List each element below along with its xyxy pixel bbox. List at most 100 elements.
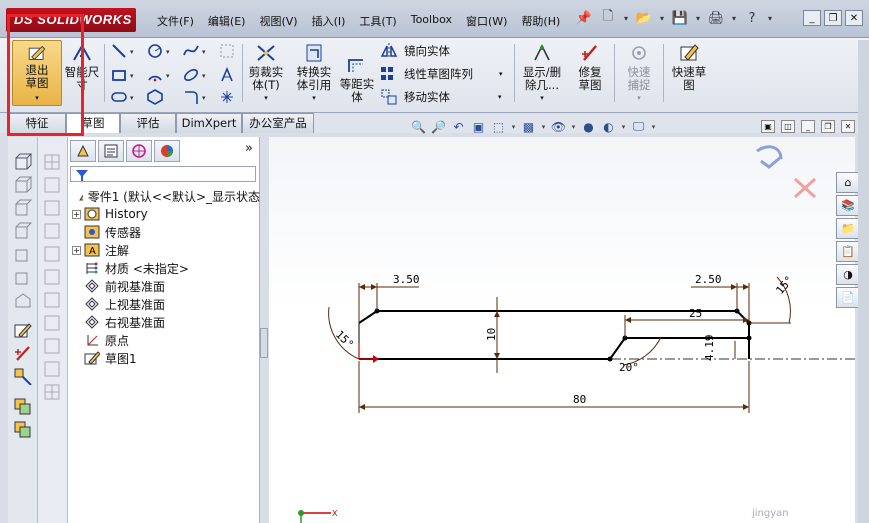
quick-snaps-dropdown-icon[interactable]: ▾ <box>637 92 641 105</box>
dimension-angle-bottom[interactable]: 20° <box>619 361 639 374</box>
view-settings-dropdown-icon[interactable]: ▾ <box>650 118 657 135</box>
view-orientation-icon[interactable]: ⬚ <box>490 118 507 135</box>
tab-features[interactable]: 特征 <box>8 113 66 133</box>
tree-node-top-plane[interactable]: 上视基准面 <box>72 295 260 313</box>
line-dropdown-icon[interactable]: ▾ <box>130 48 134 56</box>
menu-file[interactable]: 文件(F) <box>150 11 201 31</box>
text-icon[interactable] <box>218 66 236 84</box>
appearances-icon[interactable]: ◑ <box>836 264 860 285</box>
help-dropdown-icon[interactable]: ▾ <box>766 9 774 27</box>
layers-icon[interactable] <box>13 420 33 438</box>
relations-dropdown-icon[interactable]: ▾ <box>540 92 544 105</box>
save-dropdown-icon[interactable]: ▾ <box>694 9 702 27</box>
pattern-icon[interactable] <box>43 222 63 240</box>
graphics-area[interactable]: 3.50 2.50 15° 15° 10 25 4.19 20° 80 X <box>269 137 855 523</box>
tree-node-origin[interactable]: 原点 <box>72 331 260 349</box>
menu-help[interactable]: 帮助(H) <box>514 11 567 31</box>
fillet-dropdown-icon[interactable]: ▾ <box>202 94 206 102</box>
viewport-single-icon[interactable]: ▣ <box>761 120 775 133</box>
pattern-icon[interactable] <box>43 245 63 263</box>
design-library-icon[interactable]: 📚 <box>836 195 860 216</box>
rectangle-icon[interactable] <box>110 66 128 84</box>
tree-node-sketch1[interactable]: 草图1 <box>72 349 260 367</box>
display-style-icon[interactable]: ▩ <box>520 118 537 135</box>
print-dropdown-icon[interactable]: ▾ <box>730 9 738 27</box>
viewport-minimize-icon[interactable]: _ <box>801 120 815 133</box>
mirror-entities-button[interactable]: 镜向实体 <box>380 41 450 61</box>
dimension-angle-left[interactable]: 15° <box>333 328 356 351</box>
dimension-height[interactable]: 10 <box>485 328 498 341</box>
tree-node-front-plane[interactable]: 前视基准面 <box>72 277 260 295</box>
construction-grid-icon[interactable] <box>218 42 236 60</box>
cube-icon[interactable] <box>13 268 33 286</box>
arc-dropdown-icon[interactable]: ▾ <box>166 72 170 80</box>
expand-more-icon[interactable]: » <box>245 141 253 156</box>
file-explorer-icon[interactable]: 📁 <box>836 218 860 239</box>
expand-icon[interactable]: + <box>72 209 81 219</box>
menu-edit[interactable]: 编辑(E) <box>201 11 253 31</box>
pattern-icon[interactable] <box>43 291 63 309</box>
ellipse-dropdown-icon[interactable]: ▾ <box>202 72 206 80</box>
cube-icon[interactable] <box>13 199 33 217</box>
zoom-to-fit-icon[interactable]: 🔍 <box>410 118 427 135</box>
view-settings-icon[interactable]: 🖵 <box>630 118 647 135</box>
apply-scene-dropdown-icon[interactable]: ▾ <box>620 118 627 135</box>
new-document-icon[interactable]: 🗋 <box>598 9 618 27</box>
grid-icon[interactable] <box>43 383 63 401</box>
shape-icon[interactable] <box>13 291 33 309</box>
tree-node-history[interactable]: + History <box>72 205 260 223</box>
property-manager-tab[interactable] <box>98 140 124 162</box>
close-icon[interactable]: ✕ <box>845 10 863 26</box>
move-dropdown-icon[interactable]: ▾ <box>498 93 502 101</box>
tree-node-part[interactable]: 零件1 (默认<<默认>_显示状态 <box>72 187 260 205</box>
pattern-icon[interactable] <box>43 268 63 286</box>
move-entities-button[interactable]: 移动实体 ▾ <box>380 87 502 107</box>
save-icon[interactable]: 💾 <box>670 9 690 27</box>
dimension-angle-right[interactable]: 15° <box>773 273 796 297</box>
dimension-inner-length[interactable]: 25 <box>689 307 702 320</box>
previous-view-icon[interactable]: ↶ <box>450 118 467 135</box>
repair-icon[interactable] <box>13 344 33 362</box>
edit-appearance-icon[interactable]: ● <box>580 118 597 135</box>
confirm-exit-sketch-icon[interactable] <box>756 145 783 169</box>
new-dropdown-icon[interactable]: ▾ <box>622 9 630 27</box>
apply-scene-icon[interactable]: ◐ <box>600 118 617 135</box>
polygon-icon[interactable] <box>146 88 164 106</box>
configuration-manager-tab[interactable] <box>126 140 152 162</box>
dimension-inner-height[interactable]: 4.19 <box>703 335 716 362</box>
tree-node-sensors[interactable]: 传感器 <box>72 223 260 241</box>
linear-pattern-button[interactable]: 线性草图阵列 ▾ <box>380 64 503 84</box>
pin-icon[interactable]: 📌 <box>574 9 594 27</box>
hide-show-items-icon[interactable]: 👁 <box>550 118 567 135</box>
cube-icon[interactable] <box>13 176 33 194</box>
hide-show-dropdown-icon[interactable]: ▾ <box>570 118 577 135</box>
tab-evaluate[interactable]: 评估 <box>120 113 176 133</box>
convert-dropdown-icon[interactable]: ▾ <box>312 92 316 105</box>
panel-splitter-handle[interactable] <box>260 328 268 358</box>
tree-node-material[interactable]: 材质 <未指定> <box>72 259 260 277</box>
cube-icon[interactable] <box>13 222 33 240</box>
print-icon[interactable]: 🖨 <box>706 9 726 27</box>
help-icon[interactable]: ? <box>742 9 762 27</box>
layers-icon[interactable] <box>13 397 33 415</box>
feature-tree-tab[interactable] <box>70 140 96 162</box>
tree-node-right-plane[interactable]: 右视基准面 <box>72 313 260 331</box>
feature-filter[interactable] <box>70 166 256 182</box>
exit-sketch-dropdown-icon[interactable]: ▾ <box>35 92 39 105</box>
menu-view[interactable]: 视图(V) <box>252 11 304 31</box>
dimension-top-left[interactable]: 3.50 <box>393 273 420 286</box>
line-icon[interactable] <box>110 42 128 60</box>
display-delete-relations-button[interactable]: 显示/删除几... ▾ <box>518 40 566 106</box>
dimension-top-right[interactable]: 2.50 <box>695 273 722 286</box>
pattern-icon[interactable] <box>43 360 63 378</box>
trim-dropdown-icon[interactable]: ▾ <box>264 92 268 105</box>
rectangle-dropdown-icon[interactable]: ▾ <box>130 72 134 80</box>
cancel-exit-sketch-icon[interactable] <box>793 177 817 199</box>
arc-icon[interactable] <box>146 66 164 84</box>
viewport-split-icon[interactable]: ◫ <box>781 120 795 133</box>
menu-window[interactable]: 窗口(W) <box>459 11 514 31</box>
smart-dimension-button[interactable]: 智能尺寸 <box>62 40 102 106</box>
pattern-icon[interactable] <box>43 314 63 332</box>
grid-icon[interactable] <box>43 153 63 171</box>
restore-icon[interactable]: ❐ <box>824 10 842 26</box>
